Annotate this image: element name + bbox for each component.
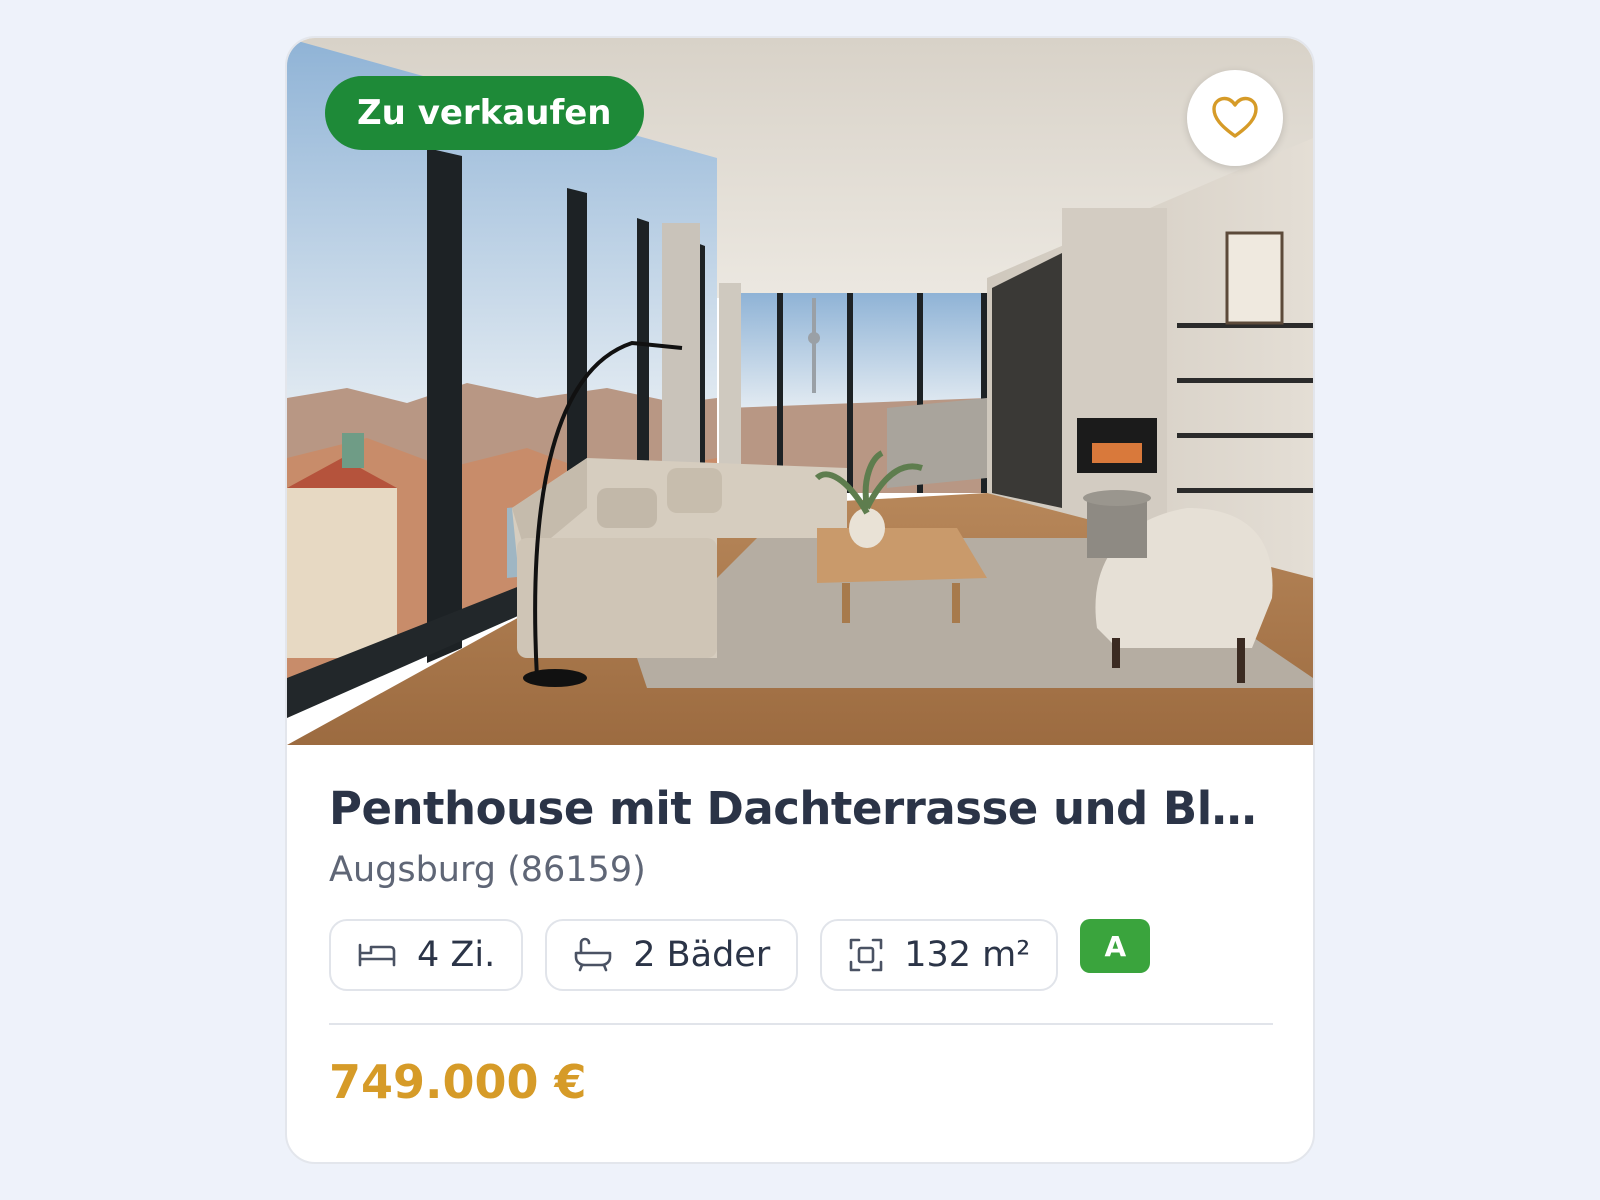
listing-photo[interactable]: Zu verkaufen xyxy=(287,38,1313,745)
bathtub-icon xyxy=(574,937,612,972)
baths-label: 2 Bäder xyxy=(633,935,771,975)
favorite-button[interactable] xyxy=(1187,70,1283,166)
status-badge: Zu verkaufen xyxy=(325,76,644,150)
heart-icon xyxy=(1212,96,1258,138)
listing-location: Augsburg (86159) xyxy=(329,850,646,890)
bed-icon xyxy=(358,943,396,967)
area-icon xyxy=(849,938,883,972)
feature-list: 4 Zi. 2 Bäder 132 m² A xyxy=(329,919,1271,991)
energy-class-badge: A xyxy=(1080,919,1151,973)
rooms-chip: 4 Zi. xyxy=(329,919,524,991)
listing-details: Penthouse mit Dachterrasse und Blic… Aug… xyxy=(287,745,1313,1109)
listing-title[interactable]: Penthouse mit Dachterrasse und Blic… xyxy=(329,779,1259,839)
area-label: 132 m² xyxy=(904,935,1031,975)
baths-chip: 2 Bäder xyxy=(545,919,799,991)
divider xyxy=(329,1023,1273,1025)
rooms-label: 4 Zi. xyxy=(417,935,496,975)
area-chip: 132 m² xyxy=(820,919,1059,991)
listing-price: 749.000 € xyxy=(329,1055,587,1109)
listing-card[interactable]: Zu verkaufen Penthouse mit Dachterrasse … xyxy=(285,36,1315,1164)
